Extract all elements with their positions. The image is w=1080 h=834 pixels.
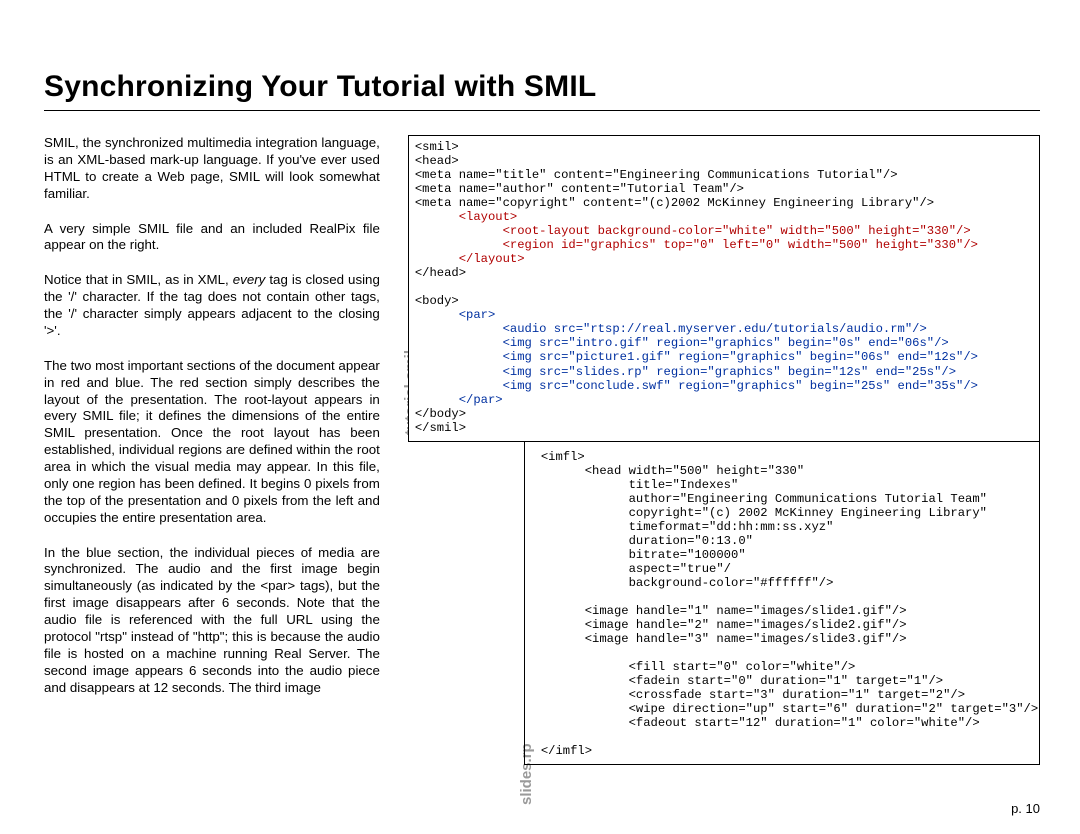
page: Synchronizing Your Tutorial with SMIL SM… [0,0,1080,834]
paragraph: The two most important sections of the d… [44,358,380,527]
paragraph: A very simple SMIL file and an included … [44,221,380,255]
realpix-code-box: <imfl> <head width="500" height="330" ti… [524,427,1040,766]
page-title: Synchronizing Your Tutorial with SMIL [44,70,1040,104]
smil-code-box: <smil> <head> <meta name="title" content… [408,135,1040,442]
two-column-layout: SMIL, the synchronized multimedia integr… [44,135,1040,765]
paragraph: In the blue section, the individual piec… [44,545,380,697]
code-column: tutorial.smil <smil> <head> <meta name="… [408,135,1040,765]
paragraph: SMIL, the synchronized multimedia integr… [44,135,380,203]
paragraph: Notice that in SMIL, as in XML, every ta… [44,272,380,340]
page-number: p. 10 [1011,801,1040,816]
title-rule [44,110,1040,111]
body-text-column: SMIL, the synchronized multimedia integr… [44,135,388,696]
